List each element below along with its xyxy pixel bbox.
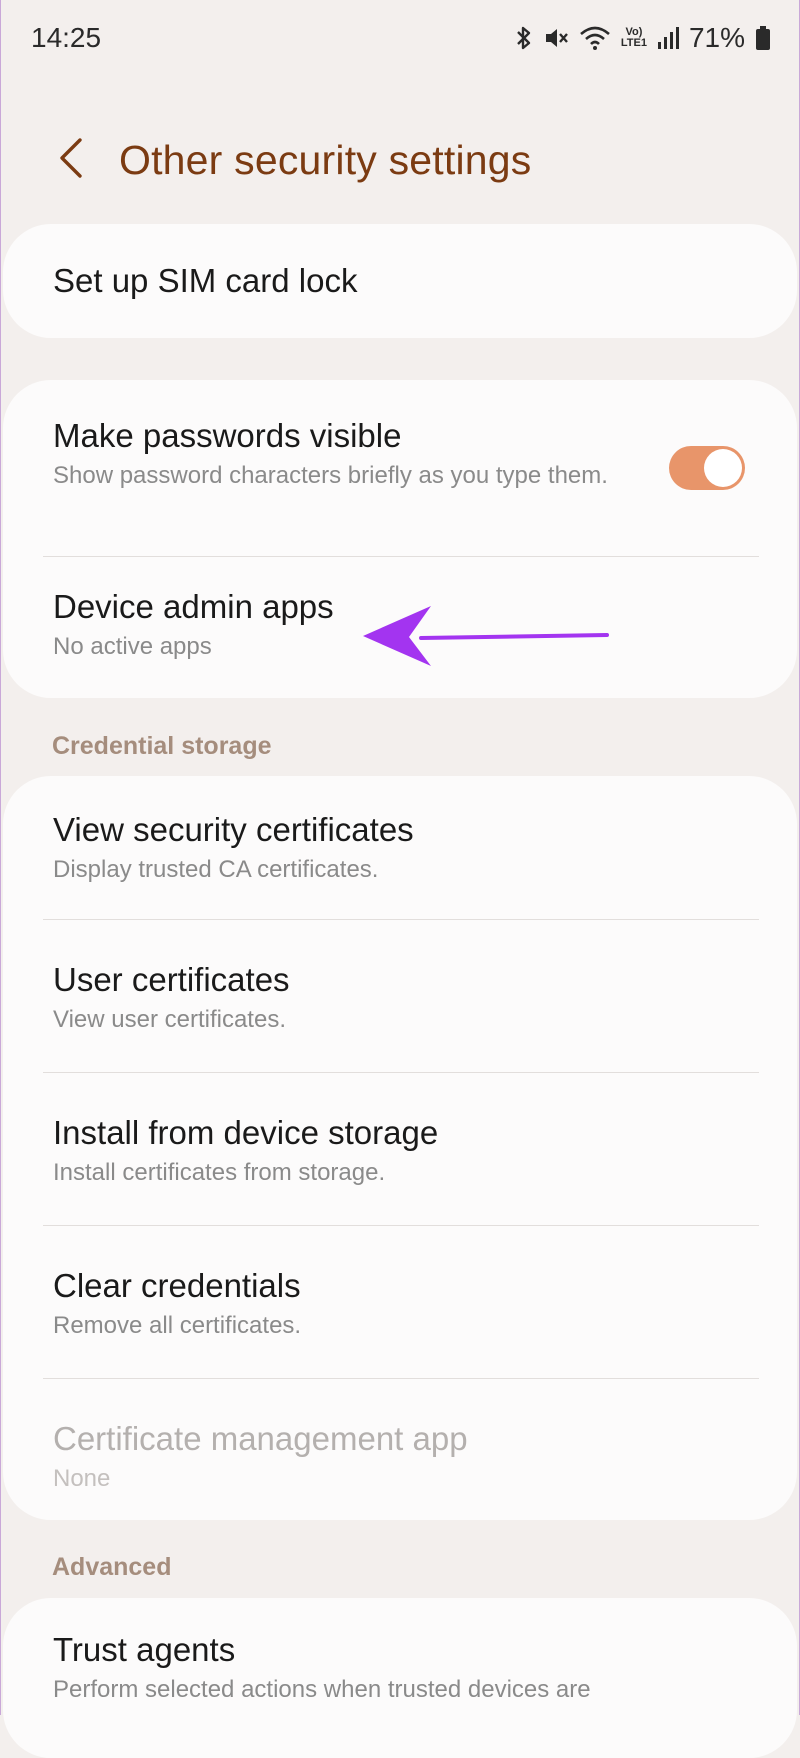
item-title: Trust agents: [53, 1631, 236, 1668]
sim-card-lock-card: Set up SIM card lock: [3, 224, 797, 338]
battery-icon: [755, 25, 771, 51]
item-subtitle: Display trusted CA certificates.: [53, 856, 379, 883]
item-subtitle: Perform selected actions when trusted de…: [53, 1676, 591, 1703]
app-header: Other security settings: [1, 110, 800, 210]
advanced-card: Trust agents Perform selected actions wh…: [3, 1598, 797, 1758]
annotation-arrow: [361, 600, 611, 675]
credential-storage-card: View security certificates Display trust…: [3, 776, 797, 1520]
user-certificates-item[interactable]: User certificates View user certificates…: [3, 920, 797, 1072]
item-subtitle: Show password characters briefly as you …: [53, 462, 608, 489]
item-title: Make passwords visible: [53, 417, 402, 454]
back-button[interactable]: [31, 120, 111, 200]
install-from-device-storage-item[interactable]: Install from device storage Install cert…: [3, 1073, 797, 1225]
item-subtitle: Install certificates from storage.: [53, 1159, 386, 1186]
trust-agents-item[interactable]: Trust agents Perform selected actions wh…: [3, 1598, 797, 1715]
item-subtitle: None: [53, 1465, 111, 1492]
section-label-advanced: Advanced: [52, 1553, 172, 1581]
battery-percentage: 71%: [688, 22, 745, 53]
section-label-credential-storage: Credential storage: [52, 732, 272, 760]
page-title: Other security settings: [119, 136, 532, 183]
view-security-certificates-item[interactable]: View security certificates Display trust…: [3, 776, 797, 919]
item-title: Certificate management app: [53, 1420, 468, 1457]
make-passwords-visible-item[interactable]: Make passwords visible Show password cha…: [3, 380, 797, 556]
make-passwords-visible-toggle[interactable]: [669, 446, 745, 490]
item-title: View security certificates: [53, 811, 414, 848]
clear-credentials-item[interactable]: Clear credentials Remove all certificate…: [3, 1226, 797, 1378]
item-title: Clear credentials: [53, 1267, 301, 1304]
signal-icon: [657, 25, 679, 51]
chevron-left-icon: [56, 136, 86, 185]
mute-icon: [543, 25, 569, 51]
volte-indicator: Vo) LTE1: [620, 26, 647, 49]
status-bar: 14:25 Vo) LTE1 71%: [1, 0, 800, 76]
item-subtitle: View user certificates.: [53, 1006, 286, 1033]
status-icons: Vo) LTE1 71%: [515, 22, 771, 54]
status-time: 14:25: [31, 22, 102, 53]
sim-card-lock-item[interactable]: Set up SIM card lock: [3, 224, 797, 338]
toggle-knob: [704, 449, 742, 487]
item-subtitle: Remove all certificates.: [53, 1312, 302, 1339]
item-title: Install from device storage: [53, 1114, 439, 1151]
wifi-icon: [579, 25, 611, 51]
item-title: Set up SIM card lock: [53, 262, 358, 299]
bluetooth-icon: [515, 25, 533, 51]
item-title: User certificates: [53, 961, 290, 998]
certificate-management-app-item: Certificate management app None: [3, 1379, 797, 1519]
